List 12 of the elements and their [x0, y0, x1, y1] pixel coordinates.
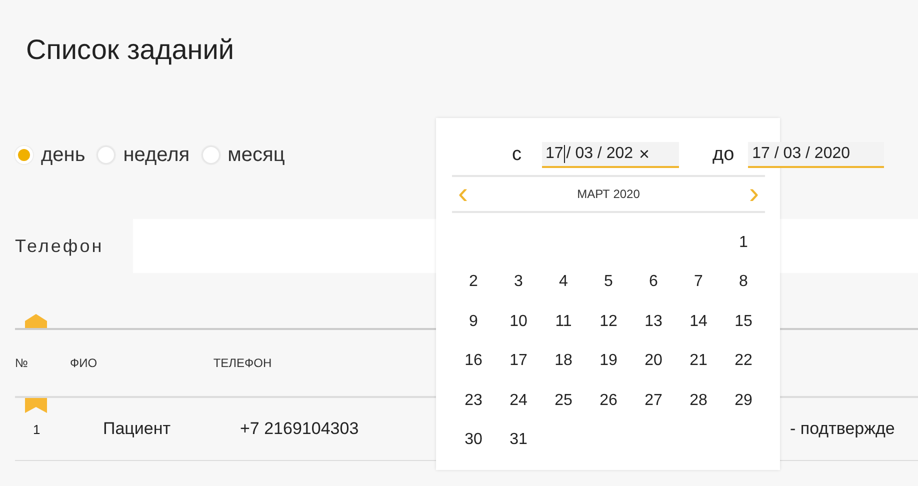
from-label: с — [512, 144, 522, 166]
phone-label: Телефон — [15, 236, 105, 256]
table-cell: - подтвержде — [790, 419, 895, 439]
table-cell-text: +7 2169104303 — [240, 419, 360, 439]
column-header: № — [15, 356, 29, 370]
table-cell-text: 1 — [32, 422, 42, 436]
to-label: до — [712, 144, 734, 166]
page-title: Список заданий — [26, 33, 236, 67]
column-header: ФИО — [70, 356, 98, 370]
column-header: ТЕЛЕФОН — [212, 356, 273, 370]
month-title: МАРТ 2020 — [577, 187, 640, 201]
table-cell-text: Пациент — [103, 419, 172, 439]
